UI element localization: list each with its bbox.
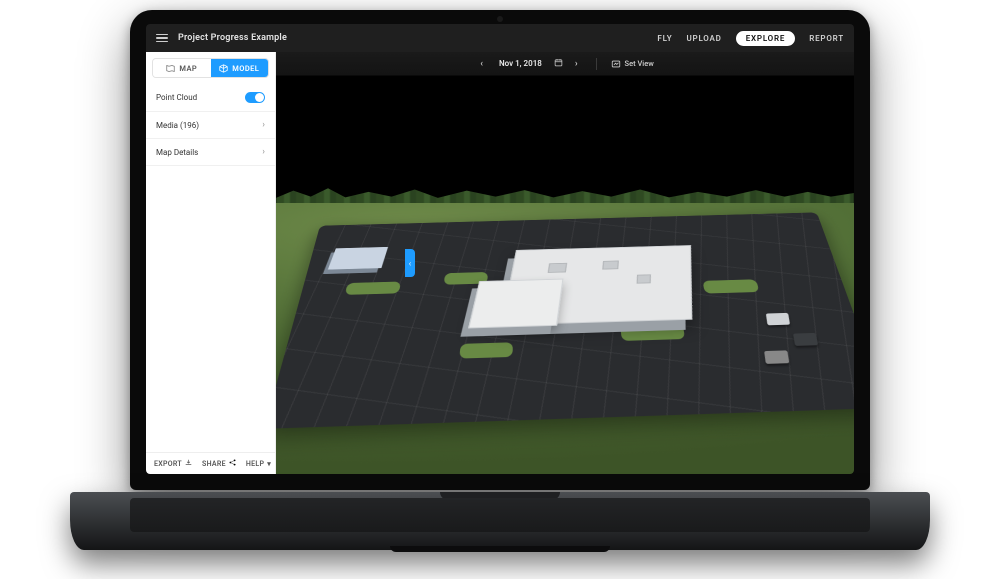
- media-label: Media (196): [156, 121, 199, 130]
- export-label: EXPORT: [154, 460, 182, 468]
- sidebar-item-media[interactable]: Media (196) ›: [146, 112, 275, 139]
- chevron-right-icon: ›: [262, 120, 265, 130]
- topbar: Project Progress Example FLY UPLOAD EXPL…: [146, 24, 854, 52]
- tab-map-label: MAP: [179, 64, 197, 73]
- model-viewport[interactable]: [276, 76, 854, 474]
- point-cloud-label: Point Cloud: [156, 93, 197, 102]
- project-title: Project Progress Example: [178, 33, 287, 43]
- sidebar-item-point-cloud[interactable]: Point Cloud: [146, 84, 275, 112]
- screen-bezel: Project Progress Example FLY UPLOAD EXPL…: [130, 10, 870, 490]
- app-screen: Project Progress Example FLY UPLOAD EXPL…: [146, 24, 854, 474]
- parking-lot-graphic: [276, 213, 854, 429]
- laptop-mockup: Project Progress Example FLY UPLOAD EXPL…: [70, 10, 930, 550]
- date-next-button[interactable]: ›: [571, 59, 582, 69]
- nav-fly[interactable]: FLY: [657, 34, 672, 43]
- nav-explore[interactable]: EXPLORE: [736, 31, 796, 46]
- cube-icon: [219, 64, 228, 73]
- tab-model-label: MODEL: [232, 64, 259, 73]
- camera-dot: [497, 16, 503, 22]
- building-graphic: [508, 246, 699, 326]
- timeline-bar: ‹ Nov 1, 2018 › Set View: [276, 52, 854, 76]
- app-body: MAP MODEL Point Cloud: [146, 52, 854, 474]
- export-button[interactable]: EXPORT: [154, 459, 192, 468]
- view-mode-toggle: MAP MODEL: [152, 58, 269, 78]
- laptop-base: [70, 492, 930, 550]
- chevron-down-icon: ▾: [267, 460, 271, 468]
- map-details-label: Map Details: [156, 148, 198, 157]
- share-icon: [229, 459, 236, 468]
- point-cloud-toggle[interactable]: [245, 92, 265, 103]
- nav-upload[interactable]: UPLOAD: [686, 34, 721, 43]
- tab-model[interactable]: MODEL: [211, 59, 269, 77]
- current-date[interactable]: Nov 1, 2018: [499, 59, 542, 68]
- set-view-label: Set View: [625, 59, 654, 68]
- date-prev-button[interactable]: ‹: [476, 59, 487, 69]
- divider: [596, 58, 597, 70]
- share-label: SHARE: [202, 460, 226, 468]
- share-button[interactable]: SHARE: [202, 459, 236, 468]
- top-nav: FLY UPLOAD EXPLORE REPORT: [657, 31, 844, 46]
- sidebar: MAP MODEL Point Cloud: [146, 52, 276, 474]
- sidebar-footer: EXPORT SHARE HELP: [146, 452, 275, 474]
- menu-icon[interactable]: [156, 34, 168, 43]
- nav-report[interactable]: REPORT: [809, 34, 844, 43]
- tab-map[interactable]: MAP: [153, 59, 211, 77]
- set-view-button[interactable]: Set View: [611, 59, 654, 69]
- map-icon: [166, 64, 175, 73]
- main-panel: ‹ Nov 1, 2018 › Set View: [276, 52, 854, 474]
- download-icon: [185, 459, 192, 468]
- sidebar-collapse-button[interactable]: ‹: [405, 249, 415, 277]
- chevron-right-icon: ›: [262, 147, 265, 157]
- calendar-icon[interactable]: [554, 58, 563, 69]
- help-button[interactable]: HELP ▾: [246, 459, 271, 468]
- sidebar-item-map-details[interactable]: Map Details ›: [146, 139, 275, 166]
- help-label: HELP: [246, 460, 264, 468]
